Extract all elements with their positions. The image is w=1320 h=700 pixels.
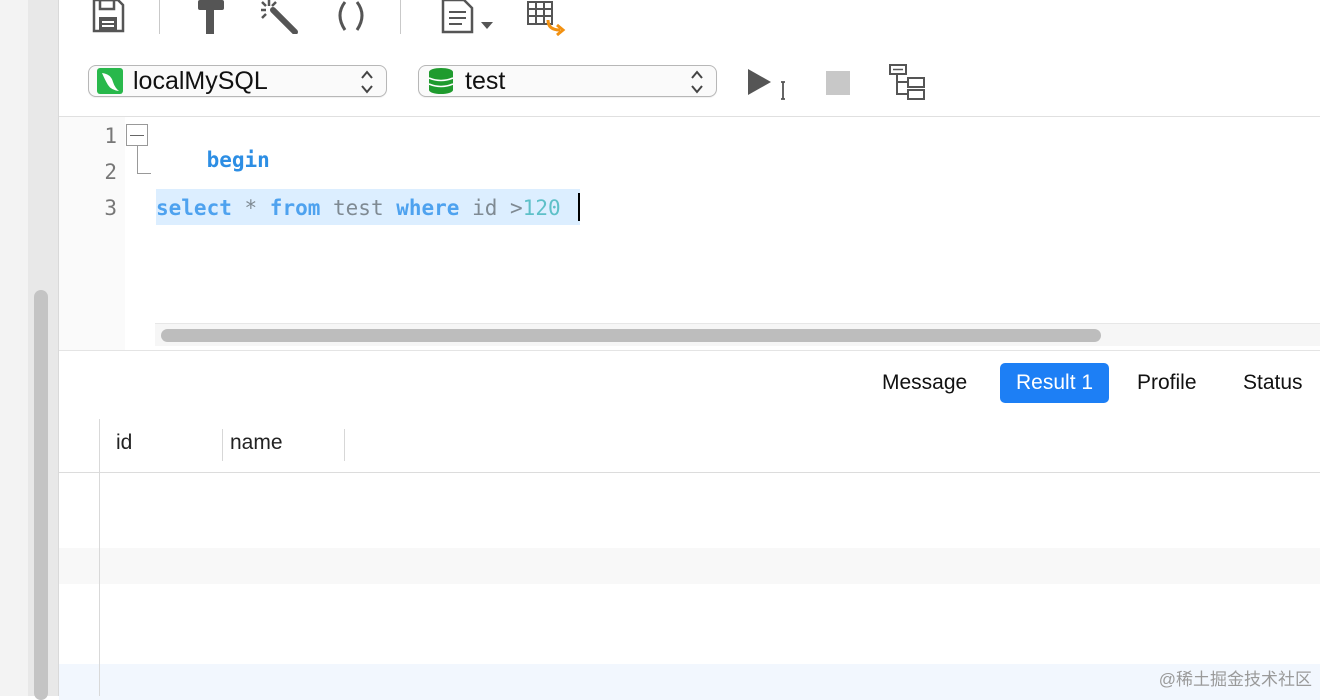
- tab-message[interactable]: Message: [866, 363, 983, 403]
- stop-icon[interactable]: [825, 70, 851, 96]
- toolbar: localMySQL test: [59, 0, 1320, 116]
- mysql-dolphin-icon: [97, 68, 123, 94]
- database-select[interactable]: test: [418, 65, 717, 97]
- parentheses-icon[interactable]: [331, 0, 371, 34]
- left-panel-inner: [0, 0, 28, 696]
- table-row[interactable]: [59, 664, 1320, 700]
- code-line-3: select * from test where id >120: [156, 196, 561, 220]
- connection-select[interactable]: localMySQL: [88, 65, 387, 97]
- line-number: 1: [104, 124, 117, 148]
- document-icon[interactable]: [440, 0, 496, 36]
- editor-horizontal-scrollbar[interactable]: [155, 323, 1320, 346]
- toolbar-separator: [400, 0, 401, 34]
- code-line-1: begin: [156, 124, 270, 196]
- table-export-icon[interactable]: [526, 0, 568, 36]
- keyword-select: select: [156, 196, 232, 220]
- tab-result-1[interactable]: Result 1: [1000, 363, 1110, 403]
- left-scrollbar-thumb[interactable]: [34, 290, 48, 700]
- keyword-begin: begin: [206, 148, 270, 172]
- chevron-updown-icon: [361, 70, 373, 94]
- explain-tree-icon[interactable]: [888, 63, 928, 101]
- database-select-value: test: [465, 66, 506, 95]
- line-number: 2: [104, 160, 117, 184]
- fold-toggle[interactable]: [126, 124, 148, 146]
- column-divider[interactable]: [344, 429, 345, 461]
- toolbar-separator: [159, 0, 160, 34]
- database-icon: [427, 67, 455, 95]
- fold-guide: [137, 146, 138, 173]
- grid-header: id name: [59, 419, 1320, 473]
- code-star: *: [231, 196, 270, 220]
- fold-guide-end: [137, 173, 151, 174]
- run-icon[interactable]: [745, 66, 793, 102]
- editor-scrollbar-thumb[interactable]: [161, 329, 1101, 342]
- line-number-gutter: [59, 117, 125, 351]
- table-row[interactable]: [59, 548, 1320, 584]
- connection-select-value: localMySQL: [133, 66, 268, 95]
- tab-status[interactable]: Status: [1227, 363, 1319, 403]
- code-number: 120: [522, 196, 561, 220]
- code-condition: id >: [459, 196, 523, 220]
- line-number: 3: [104, 196, 117, 220]
- row-number-divider: [99, 419, 100, 696]
- sql-editor[interactable]: 1 2 3 begin select * from test where id …: [59, 116, 1320, 351]
- result-grid[interactable]: id name: [59, 419, 1320, 700]
- watermark: @稀土掘金技术社区: [1158, 670, 1312, 689]
- magic-wand-icon[interactable]: [259, 0, 299, 34]
- keyword-where: where: [396, 196, 460, 220]
- hammer-icon[interactable]: [191, 0, 227, 34]
- column-header-name[interactable]: name: [230, 431, 283, 455]
- column-header-id[interactable]: id: [116, 431, 132, 455]
- code-table-name: test: [320, 196, 397, 220]
- column-divider[interactable]: [222, 429, 223, 461]
- result-tabs: Message Result 1 Profile Status: [59, 350, 1320, 420]
- text-caret: [578, 193, 580, 221]
- tab-profile[interactable]: Profile: [1121, 363, 1213, 403]
- keyword-from: from: [269, 196, 321, 220]
- left-panel-edge: [0, 0, 59, 700]
- save-icon[interactable]: [90, 0, 126, 34]
- chevron-updown-icon: [691, 70, 703, 94]
